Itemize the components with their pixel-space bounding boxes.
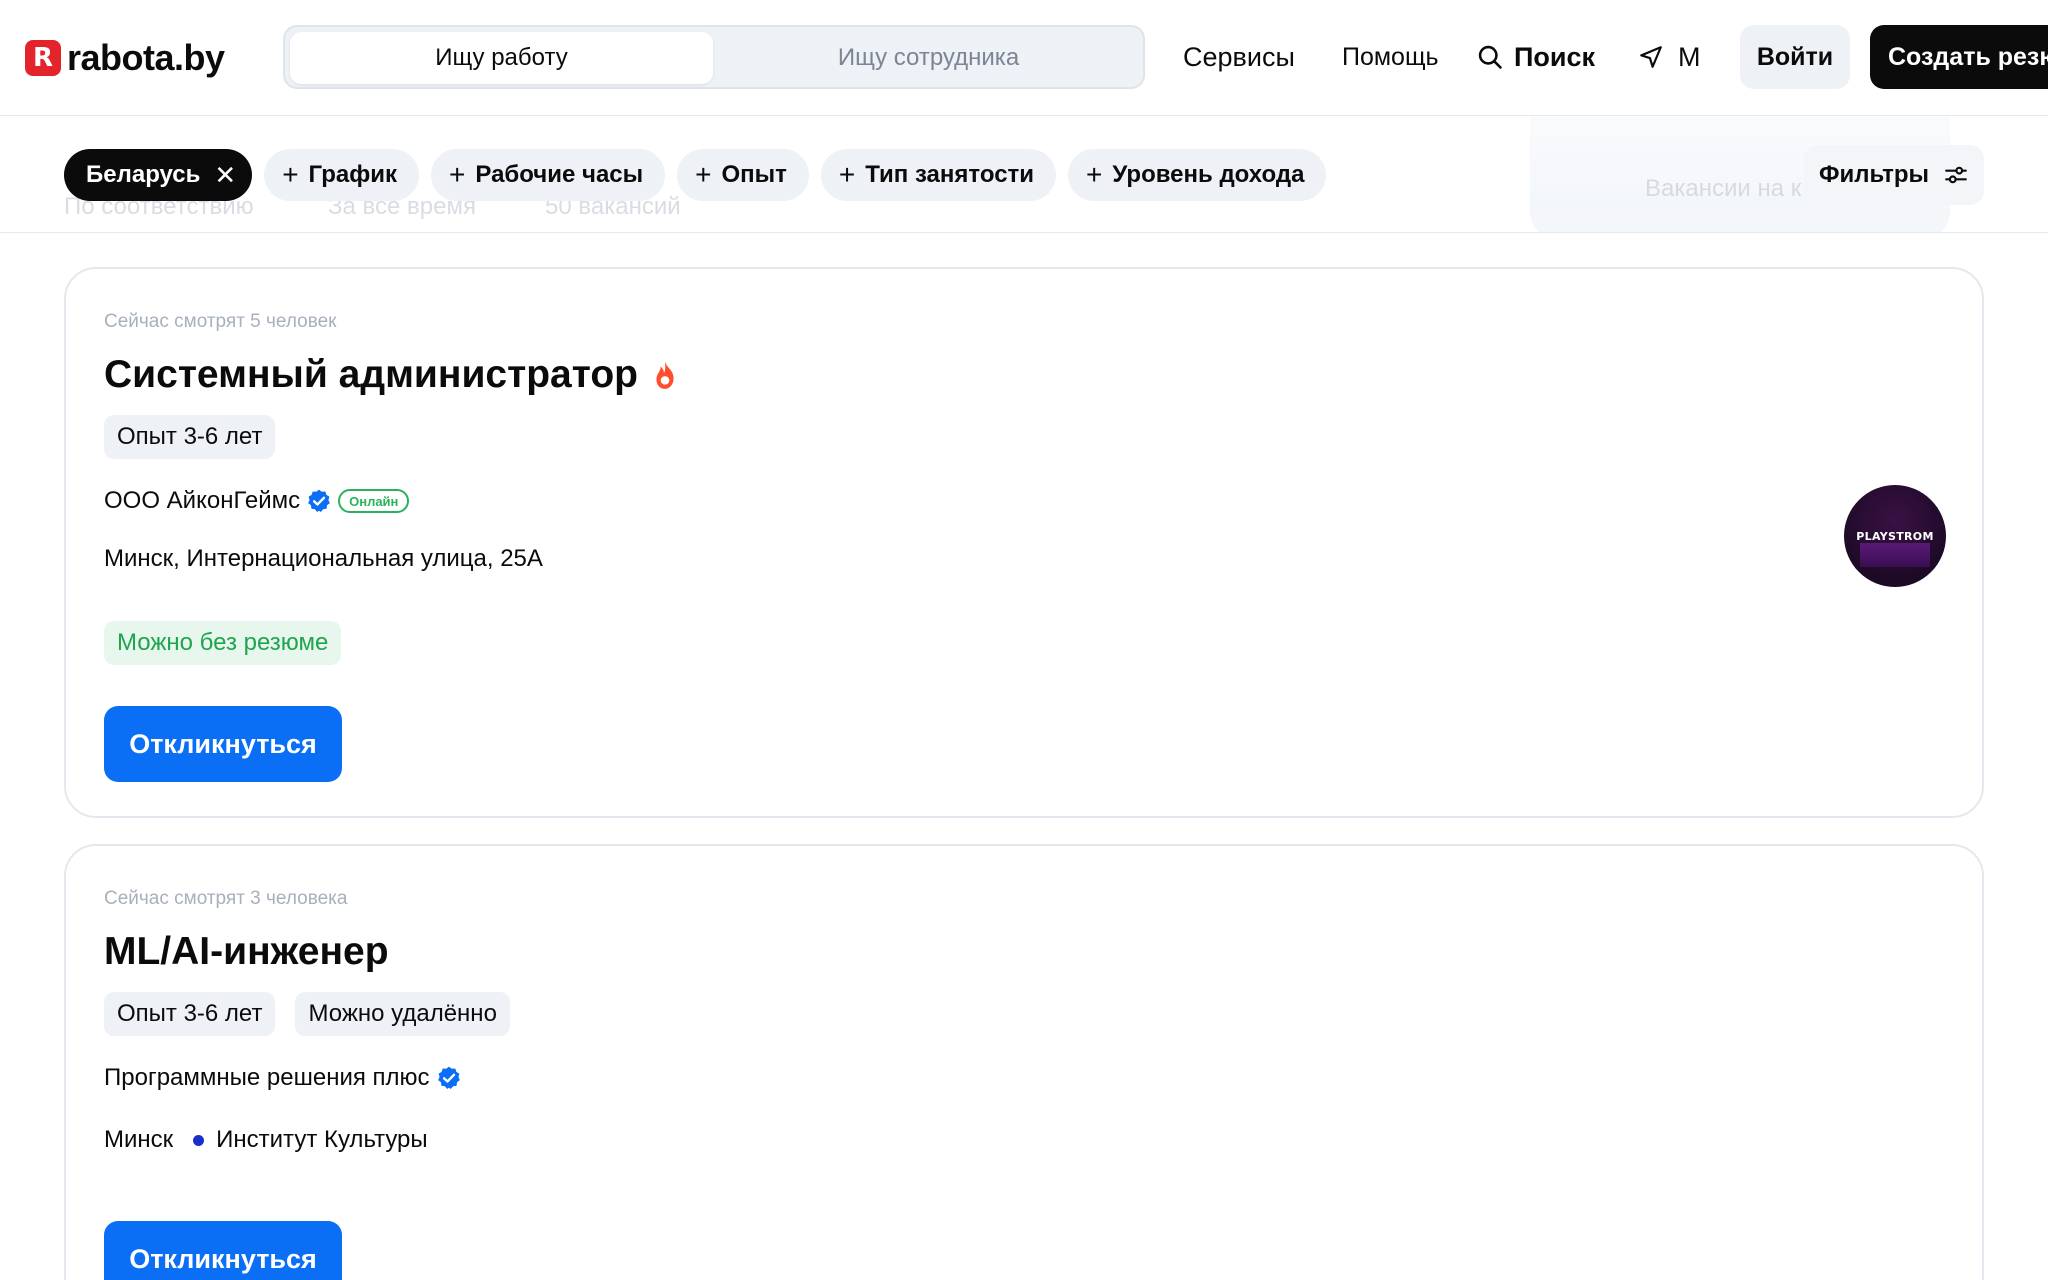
nav-search-label: Поиск	[1514, 41, 1596, 72]
company-name[interactable]: ООО АйконГеймс Онлайн	[104, 487, 410, 515]
chip-income-label: Уровень дохода	[1112, 161, 1305, 188]
tag-remote: Можно удалённо	[295, 992, 510, 1036]
chip-country-label: Беларусь	[86, 161, 201, 188]
tag-experience: Опыт 3-6 лет	[104, 415, 276, 459]
vacancy-address: Минск, Интернациональная улица, 25А	[104, 545, 543, 572]
login-button[interactable]: Войти	[1740, 25, 1850, 89]
no-resume-badge: Можно без резюме	[104, 621, 342, 665]
search-icon	[1478, 45, 1502, 69]
filters-label: Фильтры	[1818, 161, 1930, 188]
filter-bar: По соответствию За всё время 50 вакансий…	[0, 117, 2048, 233]
vacancy-title-text: Системный администратор	[104, 353, 638, 396]
vacancy-card[interactable]: Сейчас смотрят 5 человек Системный админ…	[64, 267, 1984, 818]
sliders-icon	[1945, 166, 1967, 184]
vacancy-city: Минск	[104, 1126, 174, 1153]
filter-chips: Беларусь ✕ + График + Рабочие часы + Опы…	[64, 149, 1327, 201]
plus-icon: +	[282, 159, 299, 190]
apply-button[interactable]: Откликнуться	[104, 706, 342, 782]
vacancy-title-text: ML/AI-инженер	[104, 930, 389, 973]
nav-help[interactable]: Помощь	[1342, 40, 1439, 74]
vacancy-location: Минск Институт Культуры	[104, 1126, 428, 1154]
chip-employment-label: Тип занятости	[865, 161, 1035, 188]
company-logo[interactable]: PLAYSTROM	[1844, 485, 1946, 587]
chip-income[interactable]: + Уровень дохода	[1068, 149, 1327, 201]
chip-country[interactable]: Беларусь ✕	[64, 149, 253, 201]
vacancy-title[interactable]: Системный администратор	[104, 353, 678, 397]
chip-experience-label: Опыт	[721, 161, 787, 188]
company-name[interactable]: Программные решения плюс	[104, 1064, 462, 1092]
filters-button[interactable]: Фильтры	[1804, 145, 1984, 205]
verified-badge-icon	[306, 488, 332, 514]
viewers-count: Сейчас смотрят 3 человека	[104, 888, 348, 909]
tab-job-seeker[interactable]: Ищу работу	[290, 32, 713, 84]
tab-employer[interactable]: Ищу сотрудника	[717, 32, 1140, 84]
chip-hours-label: Рабочие часы	[475, 161, 644, 188]
create-resume-button[interactable]: Создать резюме	[1870, 25, 2048, 89]
logo-text: rabota.by	[67, 37, 225, 78]
location-arrow-icon	[1640, 46, 1662, 68]
metro-station: Институт Культуры	[216, 1126, 428, 1153]
chip-schedule-label: График	[308, 161, 398, 188]
plus-icon: +	[838, 159, 856, 190]
company-logo-glow	[1860, 543, 1930, 567]
vacancy-tags: Опыт 3-6 лет Можно удалённо	[104, 992, 510, 1036]
company-logo-text: PLAYSTROM	[1856, 529, 1934, 543]
plus-icon: +	[449, 159, 466, 190]
plus-icon: +	[1086, 159, 1103, 190]
nav-search[interactable]: Поиск	[1476, 40, 1595, 74]
chip-experience[interactable]: + Опыт	[677, 149, 809, 201]
vacancy-card[interactable]: Сейчас смотрят 3 человека ML/AI-инженер …	[64, 844, 1984, 1280]
metro-line-icon	[193, 1134, 205, 1146]
nav-services[interactable]: Сервисы	[1183, 40, 1295, 74]
vacancy-title[interactable]: ML/AI-инженер	[104, 930, 389, 974]
tag-experience: Опыт 3-6 лет	[104, 992, 276, 1036]
logo-mark-icon: R	[25, 40, 61, 76]
vacancy-tags: Опыт 3-6 лет	[104, 415, 276, 459]
apply-button[interactable]: Откликнуться	[104, 1221, 342, 1280]
chip-hours[interactable]: + Рабочие часы	[431, 149, 666, 201]
role-switcher: Ищу работу Ищу сотрудника	[283, 25, 1145, 89]
site-logo[interactable]: R rabota.by	[25, 37, 225, 78]
verified-badge-icon	[436, 1065, 462, 1091]
chip-schedule[interactable]: + График	[264, 149, 420, 201]
location-label: М	[1678, 41, 1701, 72]
nav-location[interactable]: М	[1638, 40, 1701, 74]
close-icon[interactable]: ✕	[214, 162, 236, 188]
company-name-text: Программные решения плюс	[104, 1064, 430, 1091]
viewers-count: Сейчас смотрят 5 человек	[104, 311, 337, 332]
map-ghost-label: Вакансии на к	[1645, 175, 1802, 202]
plus-icon: +	[695, 159, 712, 190]
online-badge: Онлайн	[338, 489, 410, 513]
top-header: R rabota.by Ищу работу Ищу сотрудника Се…	[0, 0, 2048, 116]
chip-employment[interactable]: + Тип занятости	[820, 149, 1057, 201]
company-name-text: ООО АйконГеймс	[104, 487, 301, 514]
fire-icon	[652, 360, 678, 390]
